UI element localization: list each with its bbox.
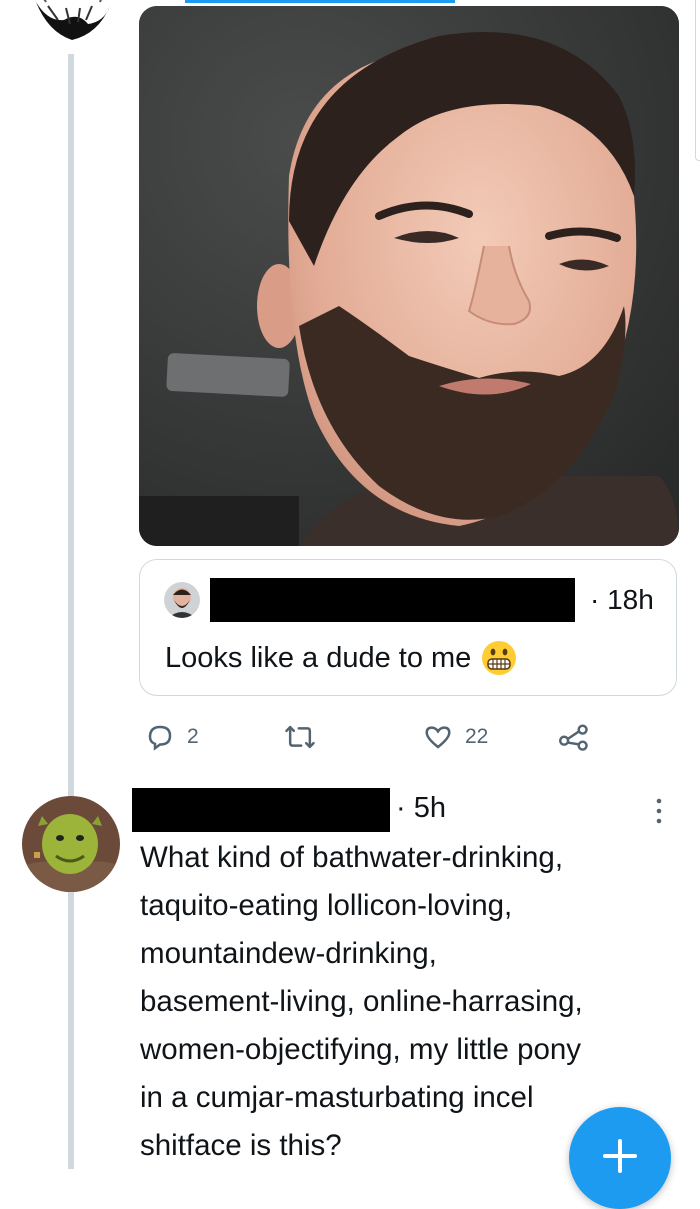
reply-text-line: taquito-eating lollicon-loving,: [140, 889, 513, 922]
quoted-tweet-text: Looks like a dude to me: [165, 641, 472, 674]
quoted-author-avatar[interactable]: [164, 582, 200, 618]
previous-author-avatar[interactable]: [18, 0, 126, 54]
quoted-tweet-time: · 18h: [590, 584, 654, 615]
quoted-tweet-text-row: Looks like a dude to me: [165, 640, 517, 676]
grimacing-face-emoji-icon: [481, 640, 517, 676]
like-count: 22: [465, 725, 489, 748]
thread-connector-line: [68, 40, 74, 1169]
tweet-action-bar: 2 22: [0, 712, 700, 762]
scrollbar[interactable]: [695, 0, 700, 161]
compose-tweet-button[interactable]: [569, 1107, 671, 1209]
like-button[interactable]: 22: [423, 722, 488, 752]
reply-tweet-time: · 5h: [396, 792, 446, 824]
top-progress-bar: [185, 0, 455, 3]
comment-icon: [145, 722, 175, 752]
reply-text-line: basement-living, online-harrasing,: [140, 985, 583, 1018]
redacted-author-name: [210, 578, 575, 622]
more-vertical-icon[interactable]: [652, 795, 666, 827]
reply-text-line: What kind of bathwater-drinking,: [140, 841, 564, 874]
retweet-icon: [284, 722, 316, 752]
tweet-photo[interactable]: [139, 6, 679, 546]
retweet-button[interactable]: [284, 722, 328, 752]
share-button[interactable]: [558, 722, 590, 752]
reply-text-line: women-objectifying, my little pony: [140, 1033, 582, 1066]
quoted-tweet-card[interactable]: · 18h Looks like a dude to me: [139, 559, 677, 696]
reply-count: 2: [187, 725, 199, 748]
heart-icon: [423, 722, 453, 752]
reply-button[interactable]: 2: [145, 722, 199, 752]
redacted-reply-author-name: [132, 788, 390, 832]
reply-text-line: mountaindew-drinking,: [140, 937, 437, 970]
share-icon: [558, 722, 590, 752]
reply-author-avatar[interactable]: [22, 796, 120, 892]
